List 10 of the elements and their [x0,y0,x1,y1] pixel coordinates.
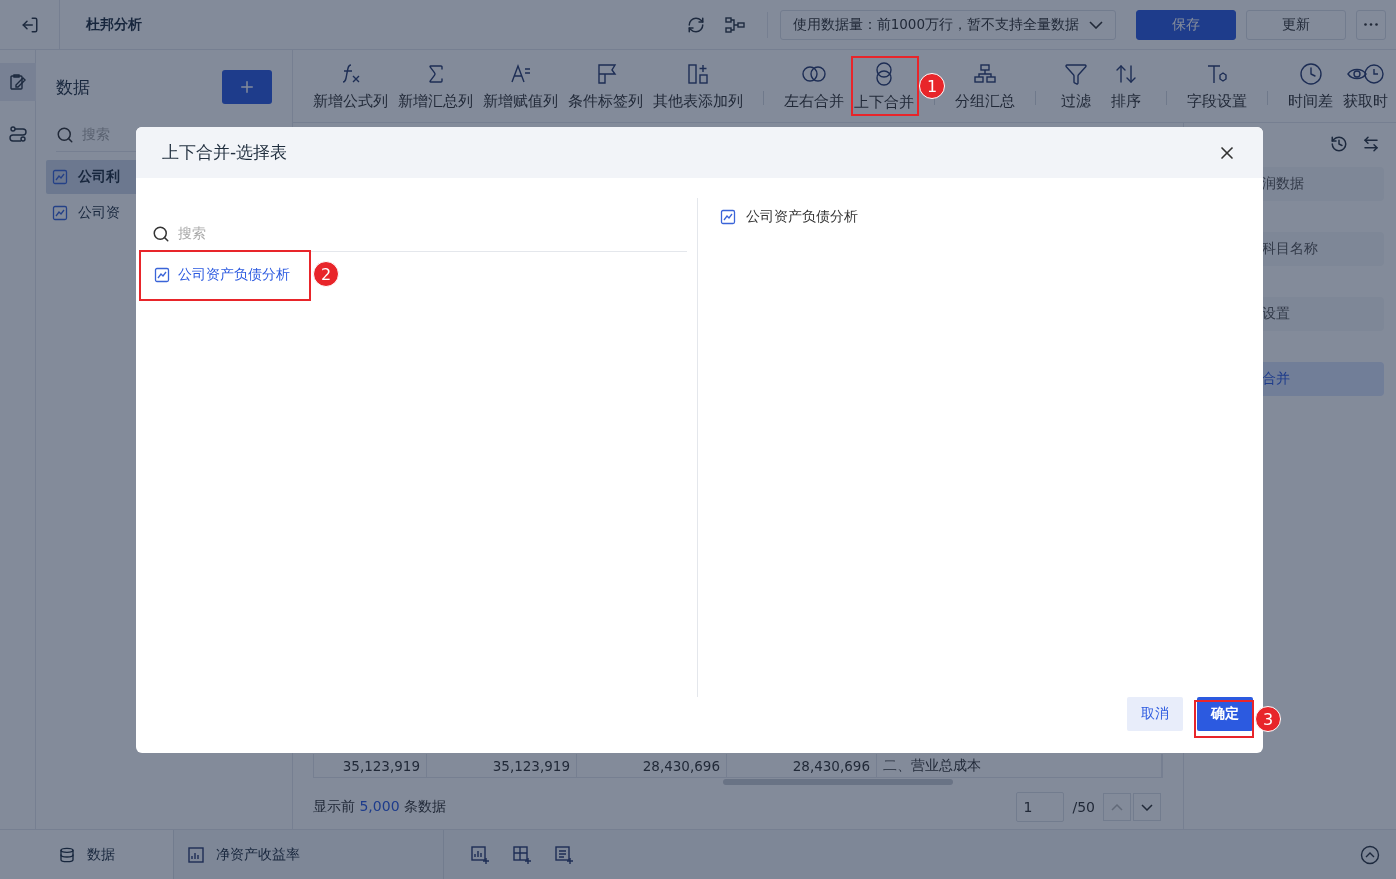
row-count-text: 显示前 5,000 条数据 [313,798,447,816]
table-cell: 二、营业总成本 [877,754,1162,777]
table-cell: 35,123,919 [314,754,427,777]
page-total: /50 [1072,799,1095,815]
dialog-title: 上下合并-选择表 [162,141,288,164]
table-cell: 28,430,696 [577,754,727,777]
table-cell: 28,430,696 [727,754,877,777]
page-title: 杜邦分析 [86,15,143,34]
panel-title: 数据 [56,75,90,99]
table-cell: 35,123,919 [427,754,577,777]
